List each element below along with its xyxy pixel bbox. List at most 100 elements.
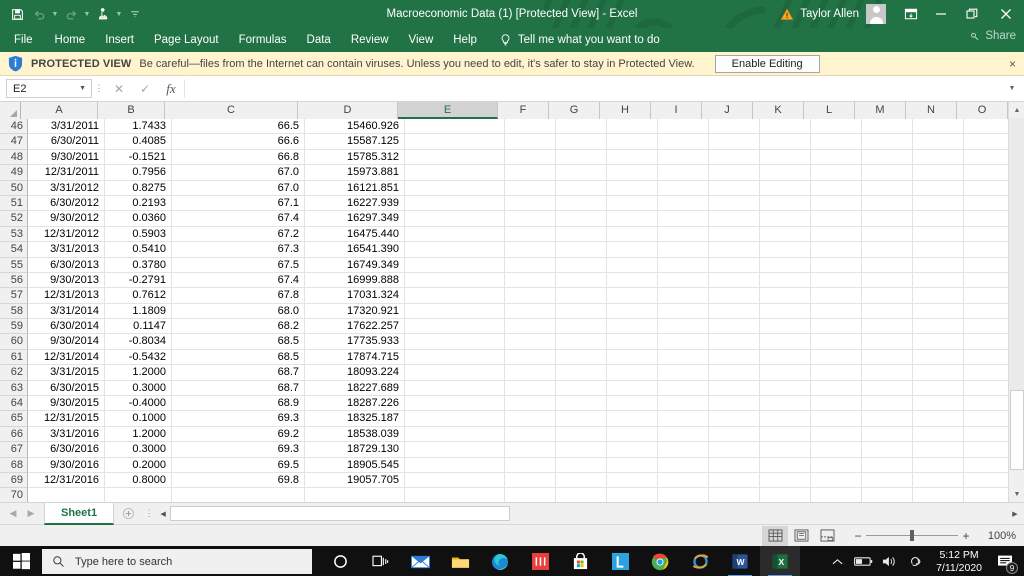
cell-G53[interactable]	[556, 226, 607, 243]
zoom-out-button[interactable]: −	[850, 529, 866, 543]
cell-I58[interactable]	[658, 303, 709, 320]
cell-A69[interactable]: 12/31/2016	[28, 472, 105, 489]
cell-E57[interactable]	[405, 288, 505, 304]
cell-L59[interactable]	[811, 319, 862, 335]
close-icon[interactable]: ×	[1009, 52, 1016, 76]
cell-B46[interactable]: 1.7433	[105, 119, 172, 135]
cell-N57[interactable]	[913, 288, 964, 304]
cell-J46[interactable]	[709, 119, 760, 135]
cell-K53[interactable]	[760, 226, 811, 243]
row-header-47[interactable]: 47	[0, 134, 28, 150]
cell-E67[interactable]	[405, 442, 505, 458]
cell-N62[interactable]	[913, 365, 964, 381]
cell-I57[interactable]	[658, 288, 709, 304]
cell-H57[interactable]	[607, 288, 658, 304]
cell-B57[interactable]: 0.7612	[105, 288, 172, 304]
cell-J62[interactable]	[709, 365, 760, 381]
cell-K50[interactable]	[760, 180, 811, 196]
insert-function-button[interactable]: fx	[158, 79, 184, 99]
cell-N64[interactable]	[913, 396, 964, 412]
cell-H56[interactable]	[607, 272, 658, 289]
cell-M51[interactable]	[862, 195, 913, 212]
cell-J58[interactable]	[709, 303, 760, 320]
cell-A61[interactable]: 12/31/2014	[28, 349, 105, 366]
cell-G58[interactable]	[556, 303, 607, 320]
next-sheet-icon[interactable]: ▶	[22, 508, 40, 519]
cell-N47[interactable]	[913, 134, 964, 150]
tab-review[interactable]: Review	[341, 28, 399, 52]
cell-N61[interactable]	[913, 349, 964, 366]
cell-N63[interactable]	[913, 380, 964, 397]
cell-K61[interactable]	[760, 349, 811, 366]
cell-O62[interactable]	[964, 365, 1008, 381]
cell-H60[interactable]	[607, 334, 658, 350]
cell-C54[interactable]: 67.3	[172, 242, 305, 258]
cell-E52[interactable]	[405, 211, 505, 227]
tab-page-layout[interactable]: Page Layout	[144, 28, 229, 52]
column-header-o[interactable]: O	[957, 102, 1008, 119]
cell-C60[interactable]: 68.5	[172, 334, 305, 350]
cell-O61[interactable]	[964, 350, 1008, 366]
undo-dropdown-icon[interactable]: ▼	[50, 3, 60, 25]
column-header-i[interactable]: I	[651, 102, 702, 119]
cell-O60[interactable]	[964, 334, 1008, 350]
cell-D48[interactable]: 15785.312	[305, 149, 405, 166]
cell-I56[interactable]	[658, 272, 709, 289]
cell-C59[interactable]: 68.2	[172, 319, 305, 335]
cell-L46[interactable]	[811, 119, 862, 135]
cell-J50[interactable]	[709, 180, 760, 196]
cell-G69[interactable]	[556, 472, 607, 489]
cell-H65[interactable]	[607, 411, 658, 427]
cell-C51[interactable]: 67.1	[172, 195, 305, 212]
cell-M53[interactable]	[862, 226, 913, 243]
customize-qat-icon[interactable]	[124, 3, 146, 25]
horizontal-scroll-track[interactable]	[170, 506, 1008, 521]
cell-F53[interactable]	[505, 226, 556, 243]
cell-F66[interactable]	[505, 426, 556, 443]
cell-M61[interactable]	[862, 349, 913, 366]
network-icon[interactable]	[902, 546, 928, 576]
cell-M47[interactable]	[862, 134, 913, 150]
cell-D59[interactable]: 17622.257	[305, 319, 405, 335]
cell-L50[interactable]	[811, 180, 862, 196]
cell-A51[interactable]: 6/30/2012	[28, 195, 105, 212]
vertical-scrollbar[interactable]: ▲ ▼	[1008, 102, 1024, 502]
cell-D67[interactable]: 18729.130	[305, 442, 405, 458]
cell-H61[interactable]	[607, 349, 658, 366]
cell-G63[interactable]	[556, 380, 607, 397]
cell-D58[interactable]: 17320.921	[305, 303, 405, 320]
horizontal-scroll-thumb[interactable]	[170, 506, 511, 521]
cell-B47[interactable]: 0.4085	[105, 134, 172, 150]
cell-D69[interactable]: 19057.705	[305, 472, 405, 489]
cell-B59[interactable]: 0.1147	[105, 319, 172, 335]
avatar[interactable]	[866, 4, 886, 24]
cell-B68[interactable]: 0.2000	[105, 457, 172, 473]
cell-A54[interactable]: 3/31/2013	[28, 242, 105, 258]
cell-D53[interactable]: 16475.440	[305, 226, 405, 243]
cell-E70[interactable]	[405, 488, 505, 502]
cell-H58[interactable]	[607, 303, 658, 320]
cell-G47[interactable]	[556, 134, 607, 150]
cell-F49[interactable]	[505, 165, 556, 181]
cancel-formula-button[interactable]: ✕	[106, 79, 132, 99]
cell-H49[interactable]	[607, 165, 658, 181]
cell-B63[interactable]: 0.3000	[105, 380, 172, 397]
cell-B67[interactable]: 0.3000	[105, 442, 172, 458]
redo-icon[interactable]	[60, 3, 82, 25]
cell-E47[interactable]	[405, 134, 505, 150]
cell-O51[interactable]	[964, 196, 1008, 212]
redo-dropdown-icon[interactable]: ▼	[82, 3, 92, 25]
row-header-52[interactable]: 52	[0, 211, 28, 227]
cell-L54[interactable]	[811, 242, 862, 258]
cell-K46[interactable]	[760, 119, 811, 135]
cell-B58[interactable]: 1.1809	[105, 303, 172, 320]
tell-me-box[interactable]: Tell me what you want to do	[499, 33, 660, 47]
cell-A58[interactable]: 3/31/2014	[28, 303, 105, 320]
cell-O70[interactable]	[964, 488, 1008, 502]
cell-J52[interactable]	[709, 211, 760, 227]
cell-E49[interactable]	[405, 165, 505, 181]
cell-D66[interactable]: 18538.039	[305, 426, 405, 443]
cell-J53[interactable]	[709, 226, 760, 243]
horizontal-scrollbar[interactable]: ◀ ▶	[156, 503, 1024, 524]
cell-E48[interactable]	[405, 149, 505, 166]
